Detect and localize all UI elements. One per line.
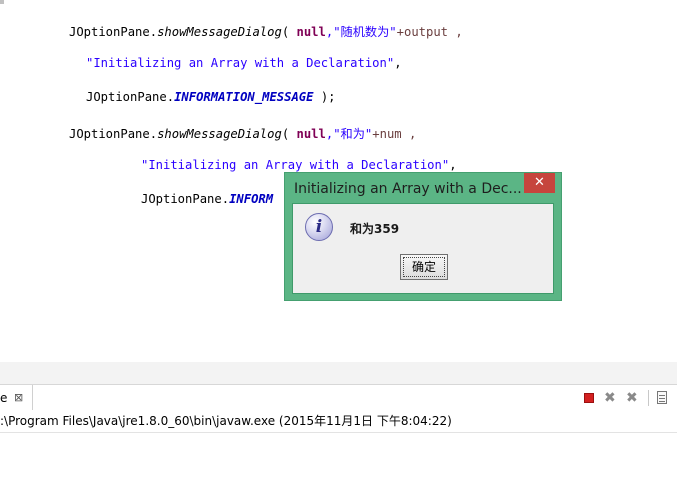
information-icon: i xyxy=(305,213,333,241)
close-icon: ✕ xyxy=(534,175,545,190)
gutter-mark xyxy=(0,0,4,4)
code-string: "Initializing an Array with a Declaratio… xyxy=(86,56,395,70)
dialog-message: 和为359 xyxy=(350,222,400,236)
code-line-5: "Initializing an Array with a Declaratio… xyxy=(141,158,457,172)
code-line-1: JOptionPane.showMessageDialog( null,"随机数… xyxy=(69,22,463,40)
console-tab-label: e xyxy=(0,391,8,405)
remove-all-icon: ✖ xyxy=(626,390,638,406)
code-line-6: JOptionPane.INFORM xyxy=(141,192,273,206)
code-constant: INFORMATION_MESSAGE xyxy=(174,90,314,104)
code-token: , xyxy=(394,56,402,70)
code-token: JOptionPane. xyxy=(69,127,158,141)
code-string: " xyxy=(389,25,397,39)
code-token: ); xyxy=(313,90,336,104)
code-string: ," xyxy=(325,25,341,39)
code-token: ( xyxy=(281,127,297,141)
console-tabbar: e ⊠ ✖ ✖ xyxy=(0,384,677,411)
code-token: +output , xyxy=(396,25,463,39)
code-token: JOptionPane. xyxy=(69,25,158,39)
terminate-button[interactable] xyxy=(582,391,596,405)
code-line-4: JOptionPane.showMessageDialog( null,"和为"… xyxy=(69,124,416,142)
code-method: showMessageDialog xyxy=(157,25,282,39)
code-line-2: "Initializing an Array with a Declaratio… xyxy=(86,56,402,70)
code-token: JOptionPane. xyxy=(141,192,230,206)
code-string-cjk: 随机数为 xyxy=(340,25,390,39)
stop-icon xyxy=(584,393,594,403)
code-string: "Initializing an Array with a Declaratio… xyxy=(141,158,450,172)
code-token: ( xyxy=(281,25,297,39)
message-dialog: Initializing an Array with a Dec... ✕ i … xyxy=(284,172,562,301)
close-icon[interactable]: ⊠ xyxy=(14,385,23,411)
code-string-cjk: 和为 xyxy=(340,127,365,141)
editor-bottom-strip xyxy=(0,362,677,384)
console-tab[interactable]: e ⊠ xyxy=(0,385,33,411)
code-constant: INFORM xyxy=(229,192,274,206)
code-string: ," xyxy=(325,127,341,141)
code-keyword: null xyxy=(296,127,326,141)
remove-icon: ✖ xyxy=(604,390,616,406)
ok-button[interactable]: 确定 xyxy=(400,254,448,280)
clear-console-button[interactable] xyxy=(656,391,670,405)
remove-all-terminated-button[interactable]: ✖ xyxy=(626,391,640,405)
code-line-3: JOptionPane.INFORMATION_MESSAGE ); xyxy=(86,90,336,104)
dialog-title: Initializing an Array with a Dec... xyxy=(294,181,522,197)
remove-launch-button[interactable]: ✖ xyxy=(604,391,618,405)
console-process-label: :\Program Files\Java\jre1.8.0_60\bin\jav… xyxy=(0,410,677,433)
dialog-content: i 和为359 确定 xyxy=(292,203,554,294)
code-method: showMessageDialog xyxy=(157,127,282,141)
code-token: +num , xyxy=(372,127,417,141)
dialog-close-button[interactable]: ✕ xyxy=(524,173,555,193)
toolbar-separator xyxy=(648,390,649,406)
code-keyword: null xyxy=(296,25,326,39)
code-token: , xyxy=(449,158,457,172)
console-output[interactable] xyxy=(0,433,677,477)
code-token: JOptionPane. xyxy=(86,90,175,104)
